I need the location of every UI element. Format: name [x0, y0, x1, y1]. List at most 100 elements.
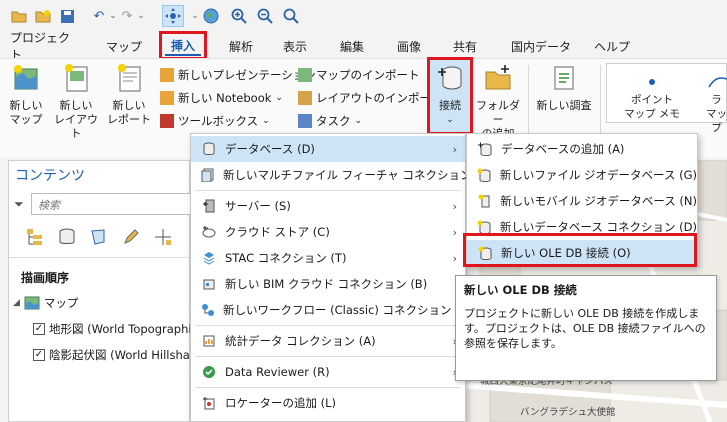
new-survey-button[interactable]: 新しい調査 — [534, 63, 594, 113]
navigate-icon[interactable] — [162, 5, 184, 27]
import-map-icon — [298, 68, 312, 82]
locator-icon — [201, 395, 217, 411]
cloud-icon — [201, 224, 217, 240]
connect-menu: データベース (D) › 新しいマルチファイル フィーチャ コネクション (N) … — [190, 133, 493, 422]
menu-item-stac-connection[interactable]: STAC コネクション (T) › — [191, 245, 465, 271]
menu-item-cloud-store[interactable]: クラウド ストア (C) › — [191, 219, 465, 245]
draw-order-icon[interactable] — [25, 227, 45, 247]
reviewer-icon — [201, 364, 217, 380]
point-map-note-button[interactable]: ポイント マップ メモ — [622, 75, 682, 121]
selection-icon[interactable] — [89, 227, 109, 247]
task-button[interactable]: タスク ⌄ — [298, 111, 362, 131]
tab-project[interactable]: プロジェクト — [10, 31, 76, 62]
snapping-icon[interactable] — [153, 227, 173, 247]
new-map-button[interactable]: 新しい マップ — [6, 63, 46, 127]
task-icon — [298, 114, 312, 128]
contents-pane: コンテンツ ⏷ 検索 描画順序 ◢ マップ ✓ 地形図 (World Topog… — [8, 160, 201, 422]
redo-dropdown-icon[interactable]: ⌄ — [132, 7, 150, 25]
zoom-in-icon[interactable] — [230, 7, 248, 25]
ribbon-tabs: プロジェクト マップ 挿入 解析 表示 編集 画像 共有 国内データ ヘルプ — [0, 31, 727, 62]
multifile-icon — [201, 167, 215, 183]
stac-icon — [201, 250, 217, 266]
submenu-arrow-icon: › — [452, 199, 457, 213]
tab-share[interactable]: 共有 — [448, 36, 482, 56]
tab-domestic-data[interactable]: 国内データ — [510, 36, 572, 56]
menu-separator — [195, 356, 461, 357]
menu-separator — [195, 325, 461, 326]
submenu-item-new-file-gdb[interactable]: 新しいファイル ジオデータベース (G) — [467, 162, 697, 188]
server-icon — [201, 198, 217, 214]
contents-title: コンテンツ — [15, 168, 85, 184]
bim-icon — [201, 276, 217, 292]
survey-icon — [554, 66, 574, 90]
zoom-out-icon[interactable] — [256, 7, 274, 25]
new-layout-button[interactable]: 新しい レイアウト — [52, 63, 100, 141]
menu-item-add-locator[interactable]: ロケーターの追加 (L) — [191, 390, 465, 416]
menu-item-server[interactable]: サーバー (S) › — [191, 193, 465, 219]
new-report-button[interactable]: 新しい レポート — [106, 63, 152, 127]
map-label: バングラデシュ大使館 — [520, 407, 616, 418]
menu-item-statistics-collection[interactable]: 統計データ コレクション (A)› — [191, 328, 465, 354]
new-layout-icon — [65, 64, 88, 92]
oledb-callout — [463, 233, 697, 267]
menu-item-bim-cloud-connection[interactable]: 新しい BIM クラウド コネクション (B) — [191, 271, 465, 297]
connect-callout — [427, 57, 473, 135]
insert-tab-callout — [159, 31, 207, 60]
map-icon — [24, 296, 40, 310]
open-folder-icon[interactable] — [10, 7, 28, 25]
tab-analysis[interactable]: 解析 — [224, 36, 258, 56]
menu-item-workflow-connection[interactable]: 新しいワークフロー (Classic) コネクション (W) — [191, 297, 476, 323]
point-icon — [649, 79, 655, 85]
save-icon[interactable] — [58, 7, 76, 25]
menu-item-data-reviewer[interactable]: Data Reviewer (R)› — [191, 359, 465, 385]
folder-star-icon[interactable] — [34, 7, 52, 25]
globe-icon[interactable] — [202, 7, 220, 25]
add-folder-icon — [485, 65, 511, 90]
import-map-button[interactable]: マップのインポート — [298, 65, 420, 85]
add-database-icon — [477, 141, 493, 157]
submenu-item-new-mobile-gdb[interactable]: 新しいモバイル ジオデータベース (N) — [467, 188, 697, 214]
line-icon — [707, 77, 727, 88]
data-source-icon[interactable] — [57, 227, 77, 247]
submenu-arrow-icon: › — [452, 142, 457, 156]
menu-item-multifile-connection[interactable]: 新しいマルチファイル フィーチャ コネクション (N) — [191, 162, 493, 188]
tab-help[interactable]: ヘルプ — [590, 36, 634, 56]
editing-icon[interactable] — [121, 227, 141, 247]
layer-visibility-checkbox[interactable]: ✓ — [33, 323, 45, 335]
line-map-note-button[interactable]: ラ マップ — [706, 75, 727, 135]
new-presentation-button[interactable]: 新しいプレゼンテーション — [160, 65, 316, 85]
workflow-icon — [201, 302, 215, 318]
add-folder-button[interactable]: フォルダー の追加 — [474, 63, 522, 141]
layer-item[interactable]: ✓ 地形図 (World Topographi — [33, 321, 192, 337]
statistics-icon — [201, 333, 217, 349]
menu-separator — [195, 190, 461, 191]
map-tree-item[interactable]: ◢ マップ — [13, 295, 78, 311]
quick-access-toolbar: ↶ ⌄ ↷ ⌄ ⌄ — [0, 0, 727, 32]
submenu-arrow-icon: › — [452, 251, 457, 265]
collapse-icon[interactable]: ◢ — [13, 298, 20, 308]
layer-visibility-checkbox[interactable]: ✓ — [33, 349, 45, 361]
menu-separator — [195, 387, 461, 388]
draw-order-heading: 描画順序 — [21, 271, 70, 285]
toolbox-icon — [160, 114, 174, 128]
toolbox-button[interactable]: ツールボックス ⌄ — [160, 111, 270, 131]
file-gdb-icon — [477, 167, 492, 183]
tooltip-title: 新しい OLE DB 接続 — [464, 283, 577, 297]
submenu-item-add-database[interactable]: データベースの追加 (A) — [467, 136, 697, 162]
layer-item[interactable]: ✓ 陰影起伏図 (World Hillsha — [33, 347, 190, 363]
reset-view-icon[interactable] — [282, 7, 300, 25]
notebook-icon — [160, 91, 174, 105]
contents-view-toolbar — [25, 227, 173, 247]
new-map-icon — [14, 65, 38, 90]
tab-map[interactable]: マップ — [104, 36, 144, 56]
import-layout-icon — [298, 91, 312, 105]
tab-edit[interactable]: 編集 — [335, 36, 369, 56]
new-notebook-button[interactable]: 新しい Notebook ⌄ — [160, 88, 283, 108]
database-icon — [201, 141, 217, 157]
tab-imagery[interactable]: 画像 — [392, 36, 426, 56]
tab-view[interactable]: 表示 — [278, 36, 312, 56]
presentation-icon — [160, 68, 174, 82]
menu-item-database[interactable]: データベース (D) › — [191, 136, 465, 162]
search-input[interactable]: 検索 — [31, 193, 201, 215]
filter-icon[interactable]: ⏷ — [14, 197, 24, 212]
